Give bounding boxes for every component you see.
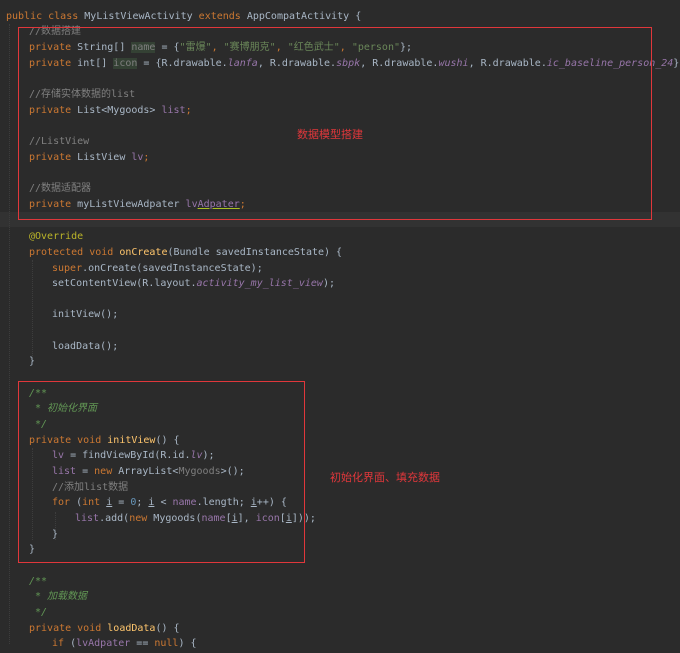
indent-guide <box>9 24 10 644</box>
code-line-12: protected void onCreate(Bundle savedInst… <box>29 247 343 258</box>
indent-guide <box>32 260 33 356</box>
code-line-17: } <box>29 356 36 367</box>
code-line-30: * 加载数据 <box>29 591 88 602</box>
init-view-highlight-box <box>18 381 305 563</box>
code-line-11: @Override <box>29 231 84 242</box>
code-line-1: public class MyListViewActivity extends … <box>6 11 362 22</box>
code-editor[interactable]: public class MyListViewActivity extends … <box>0 0 680 653</box>
init-view-annotation: 初始化界面、填充数据 <box>330 471 440 484</box>
code-line-33: if (lvAdpater == null) { <box>52 638 197 649</box>
data-model-highlight-box <box>18 27 652 220</box>
code-line-15: initView(); <box>52 309 119 320</box>
code-line-29: /** <box>29 576 48 587</box>
code-line-14: setContentView(R.layout.activity_my_list… <box>52 278 335 289</box>
code-line-31: */ <box>29 607 48 618</box>
data-model-annotation: 数据模型搭建 <box>297 128 363 141</box>
code-line-16: loadData(); <box>52 341 119 352</box>
code-line-13: super.onCreate(savedInstanceState); <box>52 263 263 274</box>
code-line-32: private void loadData() { <box>29 623 180 634</box>
